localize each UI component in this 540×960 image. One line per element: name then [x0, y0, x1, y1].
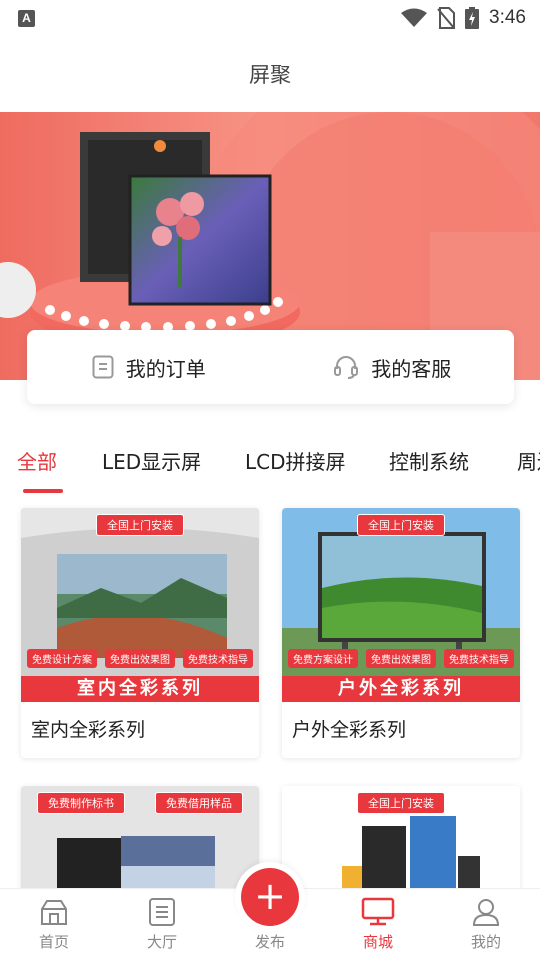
product-name: 室内全彩系列 — [31, 719, 146, 741]
tab-all[interactable]: 全部 — [17, 438, 57, 494]
nav-mall-label: 商城 — [362, 933, 393, 951]
product-card-indoor[interactable]: 全国上门安装 免费设计方案 免费出效果图 免费技术指导 室内全彩系列 室内全彩系… — [21, 508, 259, 758]
quick-actions-card: 我的订单 我的客服 — [27, 330, 514, 404]
promo-badge: 免费借用样品 — [155, 792, 243, 814]
header: 屏聚 — [0, 36, 540, 112]
tab-lcd-splicing[interactable]: LCD拼接屏 — [245, 438, 346, 494]
plus-icon: + — [241, 868, 299, 926]
service-tag: 免费出效果图 — [105, 649, 175, 668]
promo-badge: 免费制作标书 — [37, 792, 125, 814]
nav-hall-label: 大厅 — [146, 933, 177, 951]
tab-peripherals[interactable]: 周边 — [517, 438, 540, 494]
nav-mall[interactable]: 商城 — [324, 889, 432, 960]
publish-button[interactable]: + — [235, 862, 305, 932]
service-tags: 免费设计方案 免费出效果图 免费技术指导 — [27, 649, 253, 668]
product-card-3[interactable]: 免费制作标书 免费借用样品 — [21, 786, 259, 896]
status-bar: A 3:46 — [0, 0, 540, 36]
nav-mine-label: 我的 — [470, 933, 501, 951]
tab-peripherals-label: 周边 — [517, 450, 540, 474]
service-tag: 免费出效果图 — [366, 649, 436, 668]
page-title: 屏聚 — [249, 63, 291, 87]
nav-publish-label: 发布 — [254, 933, 285, 951]
service-tag: 免费技术指导 — [183, 649, 253, 668]
service-tags: 免费方案设计 免费出效果图 免费技术指导 — [288, 649, 514, 668]
tab-led-display[interactable]: LED显示屏 — [102, 438, 201, 494]
series-strip: 户外全彩系列 — [282, 676, 520, 702]
wifi-icon — [401, 8, 428, 27]
nav-hall[interactable]: 大厅 — [108, 889, 216, 960]
series-strip: 室内全彩系列 — [21, 676, 259, 702]
status-time: 3:46 — [489, 7, 526, 28]
customer-service-button[interactable]: 我的客服 — [271, 330, 515, 404]
product-card-4[interactable]: 全国上门安装 — [282, 786, 520, 896]
product-card-outdoor[interactable]: 全国上门安装 免费方案设计 免费出效果图 免费技术指导 户外全彩系列 户外全彩系… — [282, 508, 520, 758]
product-image: 全国上门安装 — [282, 786, 520, 896]
nav-mine[interactable]: 我的 — [432, 889, 540, 960]
product-image: 免费制作标书 免费借用样品 — [21, 786, 259, 896]
my-orders-button[interactable]: 我的订单 — [27, 330, 271, 404]
tab-control-system[interactable]: 控制系统 — [389, 438, 469, 494]
indoor-screen-illustration — [21, 508, 259, 702]
tab-all-label: 全部 — [17, 450, 57, 474]
outdoor-screen-illustration — [282, 508, 520, 702]
product-image: 全国上门安装 免费方案设计 免费出效果图 免费技术指导 户外全彩系列 — [282, 508, 520, 702]
tab-active-indicator — [23, 489, 63, 493]
my-orders-label: 我的订单 — [125, 356, 206, 381]
install-badge: 全国上门安装 — [96, 514, 184, 536]
service-tag: 免费方案设计 — [288, 649, 358, 668]
service-tag: 免费技术指导 — [444, 649, 514, 668]
notification-icon: A — [18, 9, 35, 27]
headset-icon — [334, 356, 359, 379]
home-icon — [41, 900, 67, 925]
order-icon — [92, 355, 114, 379]
user-icon — [472, 899, 500, 926]
tab-control-system-label: 控制系统 — [389, 450, 469, 474]
product-image: 全国上门安装 免费设计方案 免费出效果图 免费技术指导 室内全彩系列 — [21, 508, 259, 702]
nav-home[interactable]: 首页 — [0, 889, 108, 960]
tab-lcd-splicing-label: LCD拼接屏 — [245, 450, 346, 474]
list-icon — [149, 898, 175, 926]
install-badge: 全国上门安装 — [357, 792, 445, 814]
product-name: 户外全彩系列 — [292, 719, 407, 741]
customer-service-label: 我的客服 — [371, 356, 452, 381]
category-tabs: 全部 LED显示屏 LCD拼接屏 控制系统 周边 — [0, 438, 540, 494]
service-tag: 免费设计方案 — [27, 649, 97, 668]
tab-led-display-label: LED显示屏 — [102, 450, 202, 474]
battery-icon — [465, 7, 480, 29]
no-sim-icon — [437, 7, 456, 29]
nav-home-label: 首页 — [38, 933, 69, 951]
monitor-icon — [361, 897, 395, 926]
install-badge: 全国上门安装 — [357, 514, 445, 536]
